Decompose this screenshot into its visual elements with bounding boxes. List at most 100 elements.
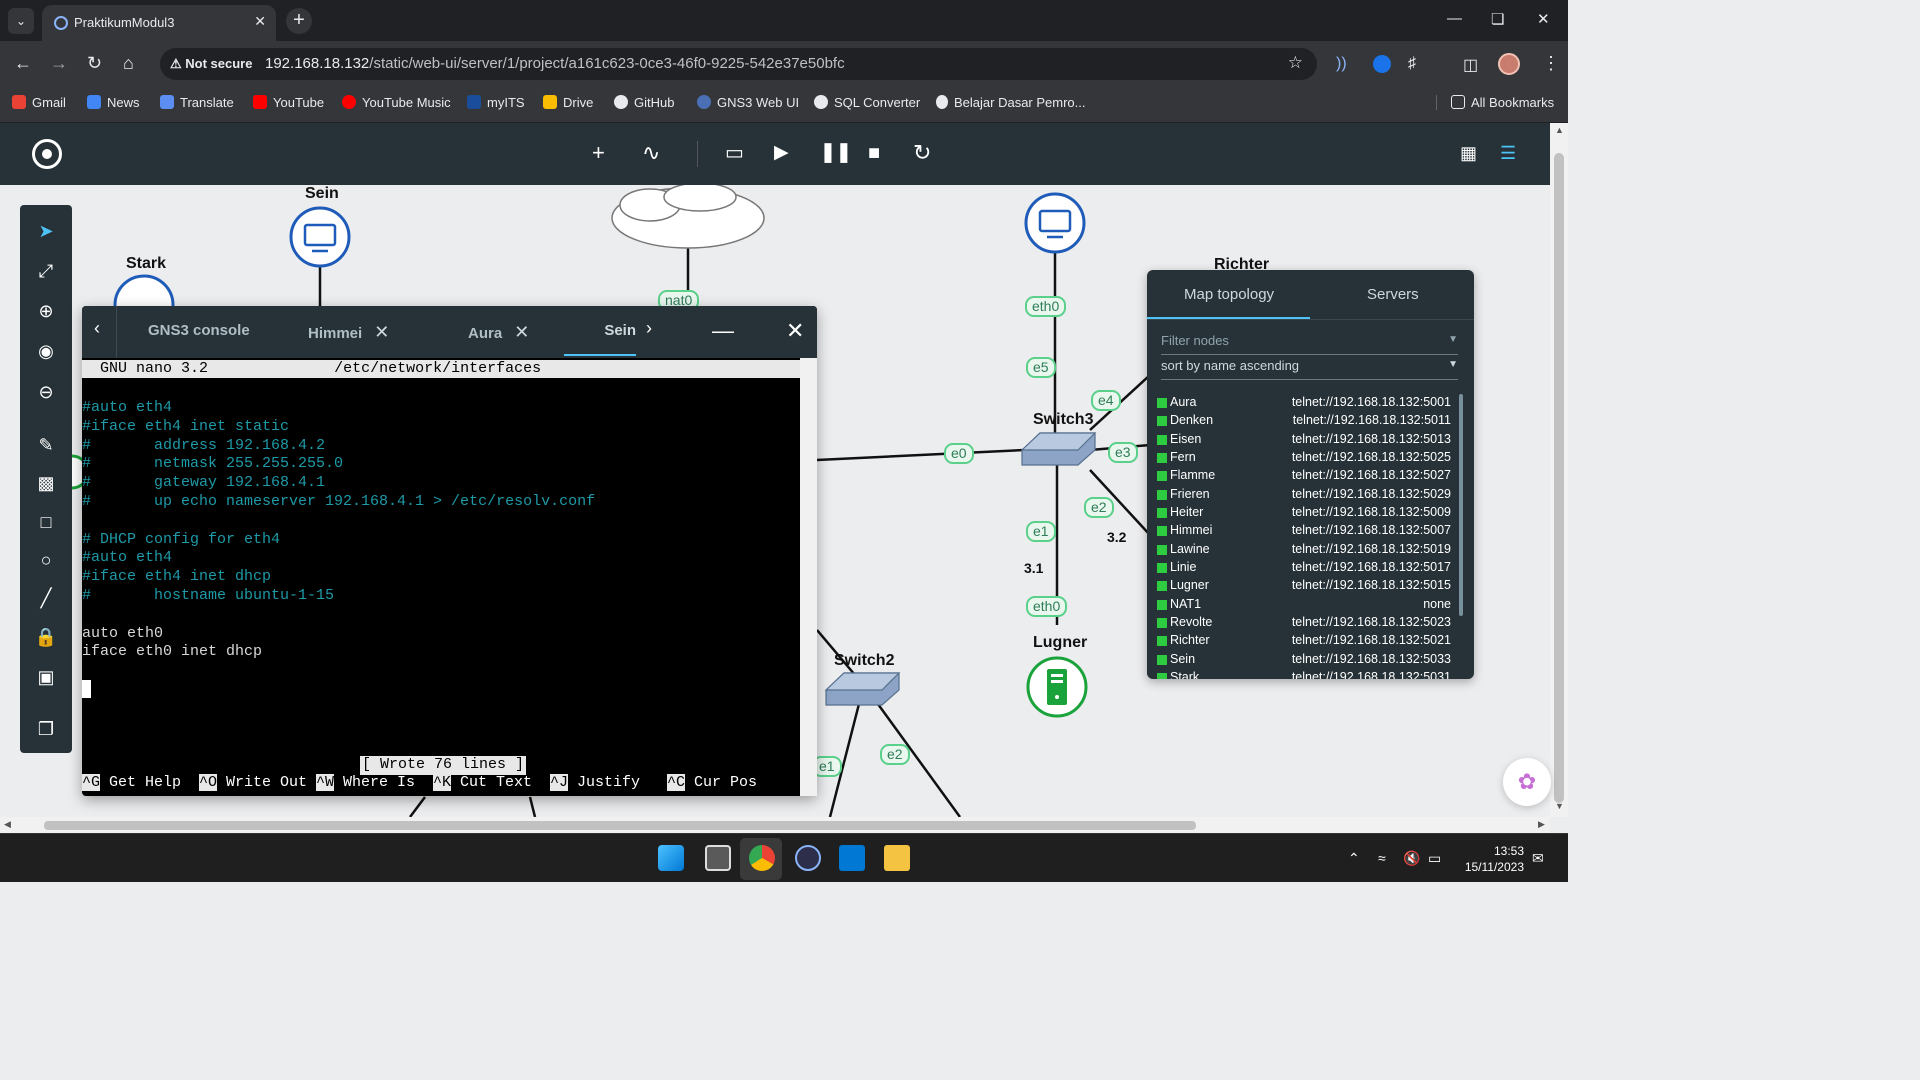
node-list-item[interactable]: Eisen telnet://192.168.18.132:5013 (1157, 431, 1457, 449)
bookmark-drive[interactable]: Drive (543, 95, 593, 110)
draw-rectangle-icon[interactable]: □ (20, 512, 72, 533)
topology-summary-icon[interactable]: ☰ (1500, 140, 1516, 166)
scroll-right-icon[interactable]: ▶ (1538, 819, 1545, 830)
bookmark-all[interactable]: All Bookmarks (1436, 95, 1554, 110)
node-list-item[interactable]: Richter telnet://192.168.18.132:5021 (1157, 632, 1457, 650)
interface-label-eth0-lugner[interactable]: eth0 (1026, 596, 1068, 617)
bookmark-news[interactable]: News (87, 95, 140, 110)
bookmark-star-icon[interactable]: ☆ (1288, 53, 1303, 73)
node-console[interactable]: telnet://192.168.18.132:5033 (1292, 652, 1451, 666)
bookmark-gmail[interactable]: Gmail (12, 95, 66, 110)
node-console[interactable]: telnet://192.168.18.132:5015 (1292, 578, 1451, 592)
windows-start-icon[interactable] (658, 845, 684, 871)
back-icon[interactable]: ← (14, 53, 32, 74)
insert-image-icon[interactable]: ▩ (20, 473, 72, 494)
page-vertical-scrollbar[interactable]: ▲ ▼ (1550, 123, 1568, 817)
wifi-icon[interactable]: ≈ (1378, 850, 1386, 866)
bookmark-belajar[interactable]: Belajar Dasar Pemro... (936, 95, 1086, 110)
console-tab-gns3[interactable]: GNS3 console (148, 322, 250, 339)
scroll-left-icon[interactable]: ◀ (4, 819, 11, 830)
app-taskbar-icon[interactable] (795, 845, 821, 871)
node-label-switch2[interactable]: Switch2 (834, 652, 894, 670)
select-tool-icon[interactable]: ➤ (20, 221, 72, 242)
bookmark-translate[interactable]: Translate (160, 95, 234, 110)
browser-tab[interactable]: PraktikumModul3 ✕ (42, 5, 276, 41)
start-all-icon[interactable]: ▶ (774, 140, 789, 166)
tab-close-icon[interactable]: ✕ (254, 13, 266, 30)
node-list-item[interactable]: Aura telnet://192.168.18.132:5001 (1157, 394, 1457, 412)
file-explorer-icon[interactable] (884, 845, 910, 871)
node-console[interactable]: telnet://192.168.18.132:5007 (1292, 523, 1451, 537)
reset-zoom-icon[interactable]: ◉ (20, 341, 72, 362)
node-list-item[interactable]: Fern telnet://192.168.18.132:5025 (1157, 449, 1457, 467)
bookmark-gns3-web-ui[interactable]: GNS3 Web UI (697, 95, 799, 110)
node-console[interactable]: telnet://192.168.18.132:5011 (1293, 413, 1451, 427)
extension-cast-icon[interactable]: )) (1336, 55, 1347, 73)
node-list-item[interactable]: NAT1 none (1157, 596, 1457, 614)
battery-icon[interactable]: ▭ (1428, 850, 1441, 867)
close-tab-icon[interactable]: ✕ (374, 322, 389, 342)
horizontal-scroll-thumb[interactable] (44, 821, 1196, 830)
interface-label-e2-switch2[interactable]: e2 (880, 744, 910, 765)
notifications-icon[interactable]: ✉ (1532, 850, 1544, 867)
interface-label-eth0[interactable]: eth0 (1025, 296, 1067, 317)
assistant-brain-icon[interactable]: ✿ (1503, 758, 1551, 806)
console-window[interactable]: ‹ GNS3 console Himmei ✕ Aura ✕ Sein › — ✕ … (82, 306, 817, 796)
filter-nodes-select[interactable]: Filter nodes ▼ (1161, 333, 1458, 355)
grid-view-icon[interactable]: ▦ (1460, 140, 1477, 166)
node-list-item[interactable]: Linie telnet://192.168.18.132:5017 (1157, 559, 1457, 577)
node-console[interactable]: telnet://192.168.18.132:5009 (1292, 505, 1451, 519)
sort-select[interactable]: sort by name ascending ▼ (1161, 358, 1458, 380)
tab-search-button[interactable]: ⌄ (8, 8, 34, 34)
scroll-up-icon[interactable]: ▲ (1555, 125, 1564, 135)
draw-pencil-icon[interactable]: ✎ (20, 435, 72, 456)
forward-icon[interactable]: → (50, 53, 68, 74)
node-console[interactable]: telnet://192.168.18.132:5017 (1292, 560, 1451, 574)
interface-label-e1[interactable]: e1 (1026, 521, 1056, 542)
node-list-item[interactable]: Sein telnet://192.168.18.132:5033 (1157, 651, 1457, 669)
console-tab-aura[interactable]: Aura ✕ (468, 322, 529, 343)
node-list-item[interactable]: Himmei telnet://192.168.18.132:5007 (1157, 522, 1457, 540)
tab-servers[interactable]: Servers (1367, 286, 1419, 303)
node-list-item[interactable]: Denken telnet://192.168.18.132:5011 (1157, 412, 1457, 430)
node-list-item[interactable]: Lugner telnet://192.168.18.132:5015 (1157, 577, 1457, 595)
node-console[interactable]: telnet://192.168.18.132:5029 (1292, 487, 1451, 501)
minimize-icon[interactable]: — (1447, 10, 1462, 27)
node-list-item[interactable]: Flamme telnet://192.168.18.132:5027 (1157, 467, 1457, 485)
screenshot-icon[interactable]: ▣ (20, 667, 72, 688)
bookmark-myits[interactable]: myITS (467, 95, 525, 110)
console-tab-sein[interactable]: Sein (564, 322, 636, 356)
console-tab-himmei[interactable]: Himmei ✕ (308, 322, 389, 343)
zoom-out-icon[interactable]: ⊖ (20, 382, 72, 403)
node-console[interactable]: none (1423, 597, 1451, 611)
console-all-icon[interactable]: ▭ (725, 140, 744, 166)
scroll-down-icon[interactable]: ▼ (1555, 801, 1564, 811)
address-bar[interactable]: ⚠ Not secure 192.168.18.132/static/web-u… (160, 48, 1317, 80)
terminal-scrollbar[interactable] (800, 358, 817, 796)
interface-label-e2[interactable]: e2 (1084, 497, 1114, 518)
tabs-scroll-left-icon[interactable]: ‹ (94, 318, 100, 339)
node-list-item[interactable]: Lawine telnet://192.168.18.132:5019 (1157, 541, 1457, 559)
restore-icon[interactable]: ❏ (1491, 10, 1504, 28)
node-label-sein[interactable]: Sein (305, 185, 339, 203)
console-window-icon[interactable]: ❐ (20, 719, 72, 740)
close-tab-icon[interactable]: ✕ (514, 322, 529, 342)
chrome-menu-icon[interactable]: ⋮ (1542, 53, 1560, 74)
link-traffic-icon[interactable]: ∿ (642, 140, 660, 166)
url-text[interactable]: 192.168.18.132/static/web-ui/server/1/pr… (265, 55, 845, 72)
extensions-puzzle-icon[interactable]: ♯ (1408, 55, 1416, 73)
node-list-item[interactable]: Heiter telnet://192.168.18.132:5009 (1157, 504, 1457, 522)
node-list-scrollbar[interactable] (1459, 394, 1463, 616)
node-console[interactable]: telnet://192.168.18.132:5027 (1292, 468, 1451, 482)
volume-mute-icon[interactable]: 🔇 (1403, 850, 1420, 867)
suspend-all-icon[interactable]: ❚❚ (820, 140, 852, 166)
add-node-icon[interactable]: + (592, 140, 605, 166)
node-console[interactable]: telnet://192.168.18.132:5019 (1292, 542, 1451, 556)
interface-label-e5[interactable]: e5 (1026, 357, 1056, 378)
task-view-icon[interactable] (705, 845, 731, 871)
vscode-taskbar-icon[interactable] (839, 845, 865, 871)
node-console[interactable]: telnet://192.168.18.132:5031 (1292, 670, 1451, 679)
new-tab-button[interactable]: + (286, 8, 312, 34)
vertical-scroll-thumb[interactable] (1554, 153, 1564, 803)
bookmark-youtube[interactable]: YouTube (253, 95, 324, 110)
